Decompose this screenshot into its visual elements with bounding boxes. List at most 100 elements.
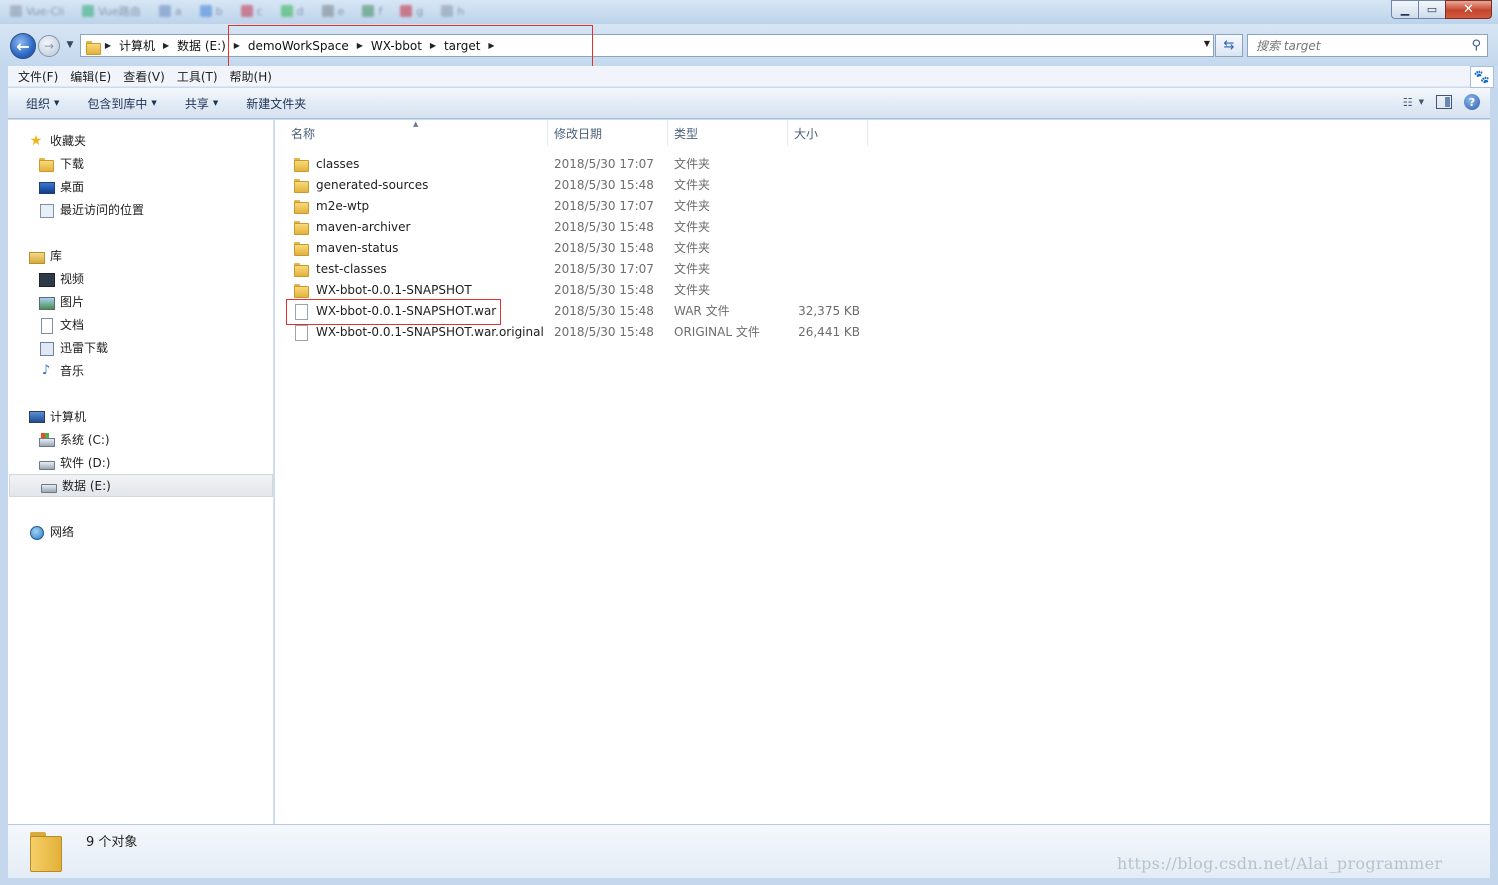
breadcrumb-target[interactable]: target xyxy=(440,39,485,53)
forward-button[interactable]: → xyxy=(38,35,60,57)
large-folder-icon xyxy=(28,830,66,872)
sidebar-item-recent-places[interactable]: 最近访问的位置 xyxy=(8,198,274,221)
menu-tools[interactable]: 工具(T) xyxy=(171,68,224,85)
file-size xyxy=(794,279,860,300)
close-button[interactable]: ✕ xyxy=(1445,0,1492,19)
file-size xyxy=(794,195,860,216)
folder-row[interactable]: generated-sources 2018/5/30 15:48 文件夹 xyxy=(285,174,870,195)
organize-button[interactable]: 组织 ▼ xyxy=(16,95,69,112)
picture-icon xyxy=(38,294,55,310)
folder-row[interactable]: m2e-wtp 2018/5/30 17:07 文件夹 xyxy=(285,195,870,216)
sidebar-item-desktop[interactable]: 桌面 xyxy=(8,175,274,198)
blurred-tab[interactable]: g xyxy=(394,2,429,20)
sidebar-item-videos[interactable]: 视频 xyxy=(8,267,274,290)
file-row[interactable]: WX-bbot-0.0.1-SNAPSHOT.war.original 2018/… xyxy=(285,321,870,342)
menu-help[interactable]: 帮助(H) xyxy=(224,68,278,85)
breadcrumb-separator-icon[interactable]: ▶ xyxy=(230,41,244,50)
file-date: 2018/5/30 17:07 xyxy=(554,156,654,171)
file-name: maven-status xyxy=(316,240,399,255)
sidebar-item-xunlei-downloads[interactable]: 迅雷下载 xyxy=(8,336,274,359)
sidebar-item-drive-e[interactable]: 数据 (E:) xyxy=(9,474,273,497)
sidebar-item-pictures[interactable]: 图片 xyxy=(8,290,274,313)
folder-row[interactable]: maven-archiver 2018/5/30 15:48 文件夹 xyxy=(285,216,870,237)
system-drive-icon xyxy=(38,432,55,448)
address-dropdown-icon[interactable]: ▼ xyxy=(1204,39,1210,48)
toolbar-right: ☷ ▼ ? xyxy=(1403,94,1480,110)
blurred-tab[interactable]: e xyxy=(316,2,351,20)
breadcrumb-separator-icon[interactable]: ▶ xyxy=(426,41,440,50)
breadcrumb-demoworkspace[interactable]: demoWorkSpace xyxy=(244,39,353,53)
blurred-tab[interactable]: h xyxy=(435,2,470,20)
folder-row[interactable]: WX-bbot-0.0.1-SNAPSHOT 2018/5/30 15:48 文件夹 xyxy=(285,279,870,300)
command-toolbar: 组织 ▼ 包含到库中 ▼ 共享 ▼ 新建文件夹 ☷ ▼ ? xyxy=(8,88,1490,119)
menu-view[interactable]: 查看(V) xyxy=(117,68,171,85)
search-icon[interactable]: ⚲ xyxy=(1471,38,1481,53)
folder-row[interactable]: maven-status 2018/5/30 15:48 文件夹 xyxy=(285,237,870,258)
blurred-tab[interactable]: a xyxy=(153,2,188,20)
breadcrumb-separator-icon[interactable]: ▶ xyxy=(101,41,115,50)
maximize-button[interactable]: ▭ xyxy=(1418,0,1445,19)
breadcrumb-computer[interactable]: 计算机 xyxy=(115,37,159,54)
breadcrumb-separator-icon[interactable]: ▶ xyxy=(353,41,367,50)
column-header-date[interactable]: 修改日期 xyxy=(548,120,668,146)
file-date: 2018/5/30 15:48 xyxy=(554,240,654,255)
sidebar-favorites[interactable]: ★ 收藏夹 xyxy=(8,129,274,152)
sidebar-item-label: 软件 (D:) xyxy=(60,456,111,470)
file-name: WX-bbot-0.0.1-SNAPSHOT.war xyxy=(316,303,497,318)
close-icon: ✕ xyxy=(1463,2,1474,17)
search-input[interactable] xyxy=(1256,35,1466,56)
file-size xyxy=(794,237,860,258)
folder-row[interactable]: classes 2018/5/30 17:07 文件夹 xyxy=(285,153,870,174)
breadcrumb-wx-bbot[interactable]: WX-bbot xyxy=(367,39,426,53)
folder-icon xyxy=(293,282,309,298)
window-frame-bottom xyxy=(0,878,1498,885)
change-view-button[interactable]: ☷ ▼ xyxy=(1403,96,1424,109)
blurred-tab[interactable]: d xyxy=(275,2,310,20)
sidebar-computer-label: 计算机 xyxy=(50,410,87,424)
recent-pages-button[interactable]: ▼ xyxy=(64,38,76,52)
sidebar-item-documents[interactable]: 文档 xyxy=(8,313,274,336)
sidebar-item-downloads[interactable]: 下载 xyxy=(8,152,274,175)
blurred-tab[interactable]: Vue路由 xyxy=(76,2,147,20)
sidebar-libraries[interactable]: 库 xyxy=(8,244,274,267)
file-row[interactable]: WX-bbot-0.0.1-SNAPSHOT.war 2018/5/30 15:4… xyxy=(285,300,870,321)
share-button[interactable]: 共享 ▼ xyxy=(175,95,228,112)
menu-edit[interactable]: 编辑(E) xyxy=(64,68,117,85)
sidebar-item-label: 桌面 xyxy=(60,180,85,194)
maximize-icon: ▭ xyxy=(1426,3,1438,16)
sidebar-item-drive-c[interactable]: 系统 (C:) xyxy=(8,428,274,451)
sidebar-item-drive-d[interactable]: 软件 (D:) xyxy=(8,451,274,474)
sidebar-item-music[interactable]: ♪ 音乐 xyxy=(8,359,274,382)
breadcrumb-drive-e[interactable]: 数据 (E:) xyxy=(173,37,230,54)
refresh-button[interactable]: ⇆ xyxy=(1215,34,1243,57)
sidebar-item-label: 音乐 xyxy=(60,364,85,378)
column-header-type[interactable]: 类型 xyxy=(668,120,788,146)
blurred-tab[interactable]: f xyxy=(356,2,388,20)
blurred-tab[interactable]: Vue-Cli xyxy=(4,2,70,20)
breadcrumb-separator-icon[interactable]: ▶ xyxy=(484,41,498,50)
window-frame-left xyxy=(0,66,8,878)
help-icon[interactable]: ? xyxy=(1464,94,1480,110)
folder-row[interactable]: test-classes 2018/5/30 17:07 文件夹 xyxy=(285,258,870,279)
sidebar-computer[interactable]: 计算机 xyxy=(8,405,274,428)
paw-icon[interactable]: 🐾 xyxy=(1470,66,1494,88)
minimize-button[interactable]: ▁ xyxy=(1391,0,1418,19)
address-bar[interactable]: ▶ 计算机 ▶ 数据 (E:) ▶ demoWorkSpace ▶ WX-bbo… xyxy=(80,34,1214,57)
preview-pane-icon[interactable] xyxy=(1436,95,1452,109)
include-in-library-label: 包含到库中 xyxy=(87,96,148,111)
file-type: WAR 文件 xyxy=(674,304,730,318)
sidebar-favorites-label: 收藏夹 xyxy=(50,134,87,148)
column-header-label: 类型 xyxy=(674,126,699,141)
blurred-tab[interactable]: c xyxy=(235,2,269,20)
sidebar-network[interactable]: 网络 xyxy=(8,520,274,543)
refresh-icon: ⇆ xyxy=(1223,38,1235,53)
menu-file[interactable]: 文件(F) xyxy=(12,68,64,85)
include-in-library-button[interactable]: 包含到库中 ▼ xyxy=(77,95,166,112)
breadcrumb-separator-icon[interactable]: ▶ xyxy=(159,41,173,50)
column-header-size[interactable]: 大小 xyxy=(788,120,868,146)
back-button[interactable]: ← xyxy=(10,33,36,59)
blurred-tab[interactable]: b xyxy=(194,2,229,20)
folder-icon xyxy=(293,177,309,193)
folder-icon xyxy=(293,198,309,214)
new-folder-button[interactable]: 新建文件夹 xyxy=(236,95,316,112)
